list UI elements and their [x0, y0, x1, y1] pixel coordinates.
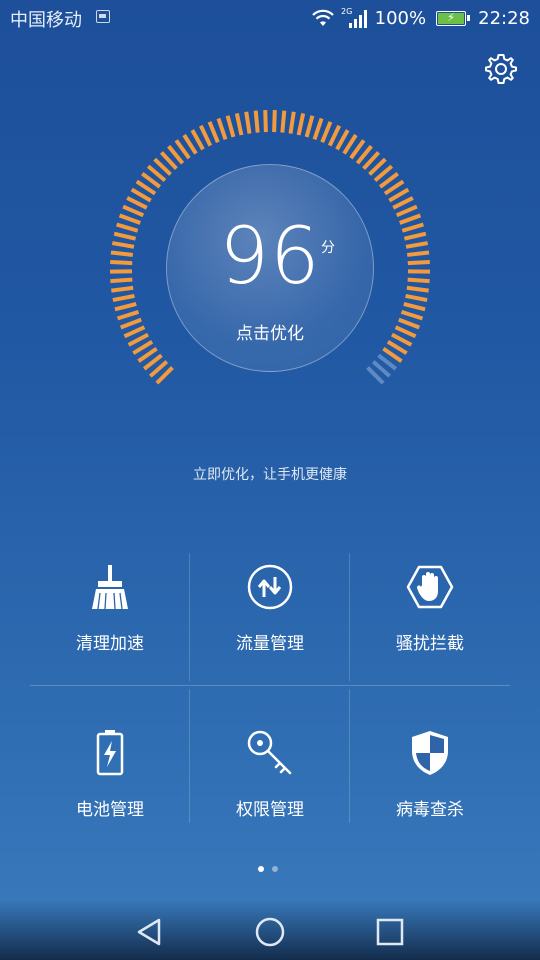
dial-tick-active: [114, 302, 137, 312]
dial-tick-active: [263, 110, 268, 133]
settings-gear-icon[interactable]: [484, 52, 518, 86]
battery-icon: [96, 730, 124, 776]
battery-label: 电池管理: [76, 800, 144, 820]
dial-tick-active: [112, 293, 135, 303]
virus-scan-tile[interactable]: 病毒查杀: [350, 719, 510, 853]
dial-tick-active: [110, 250, 134, 257]
wifi-icon: [311, 9, 334, 26]
dial-tick-active: [335, 129, 350, 151]
dial-tick-active: [127, 332, 149, 347]
dial-tick-active: [312, 117, 324, 141]
status-bar: 中国移动 2G 100% ⚡ 22:28: [0, 0, 540, 36]
harassment-block-tile[interactable]: 骚扰拦截: [350, 553, 510, 687]
battery-percent: 100%: [374, 7, 427, 29]
page-dot-active: [258, 866, 264, 872]
carrier-name: 中国移动: [10, 10, 82, 31]
clock: 22:28: [478, 7, 530, 29]
dial-tick-active: [296, 113, 306, 136]
dial-tick-active: [111, 285, 134, 293]
dial-tick-active: [253, 110, 260, 133]
status-right: 2G 100% ⚡ 22:28: [311, 6, 530, 30]
dial-tick-active: [119, 317, 142, 330]
cleanup-label: 清理加速: [76, 634, 144, 654]
harassment-block-label: 骚扰拦截: [396, 634, 464, 654]
dial-tick-active: [110, 260, 133, 266]
dial-tick-active: [190, 129, 205, 151]
image-notification-icon: [96, 10, 110, 23]
dial-tick-active: [403, 231, 427, 241]
dial-tick-active: [116, 309, 140, 321]
data-usage-label: 流量管理: [236, 634, 304, 654]
dial-tick-active: [280, 110, 287, 133]
optimize-label: 点击优化: [236, 324, 304, 344]
dial-tick-active: [244, 111, 252, 134]
dial-tick-active: [327, 124, 342, 147]
dial-tick-active: [216, 117, 228, 141]
dial-tick-active: [405, 293, 428, 303]
dial-tick-active: [398, 317, 421, 330]
dial-tick-active: [126, 196, 148, 210]
dial-tick-active: [198, 124, 213, 147]
virus-scan-label: 病毒查杀: [396, 800, 464, 820]
broom-icon: [92, 565, 128, 610]
score-value: 96: [219, 212, 321, 302]
dial-tick-active: [391, 332, 413, 347]
optimize-button[interactable]: 96 分 点击优化: [166, 164, 374, 372]
dial-tick-active: [207, 121, 220, 143]
dial-tick-active: [392, 196, 414, 210]
dial-tick-active: [406, 285, 429, 293]
dial-tick-active: [394, 325, 417, 339]
key-icon: [247, 730, 292, 775]
dial-tick-active: [288, 111, 296, 134]
permissions-tile[interactable]: 权限管理: [190, 719, 350, 853]
dial-tick-active: [403, 302, 426, 312]
dial-tick-active: [111, 241, 135, 249]
dial-tick-active: [272, 110, 277, 133]
page-dot: [272, 866, 278, 872]
dial-tick-active: [400, 309, 424, 321]
navigation-bar: [0, 900, 540, 960]
dial-tick-active: [304, 115, 315, 138]
permissions-label: 权限管理: [236, 800, 304, 820]
dial-tick-active: [399, 213, 422, 225]
recent-apps-icon[interactable]: [370, 912, 410, 952]
dial-tick-active: [401, 222, 424, 233]
dial-tick-active: [113, 231, 137, 241]
dial-tick-active: [116, 222, 139, 233]
network-type: 2G: [341, 7, 352, 16]
battery-charging-icon: ⚡: [436, 10, 471, 26]
dial-tick-active: [118, 213, 141, 225]
shield-icon: [412, 731, 448, 775]
dial-tick-active: [123, 325, 146, 339]
dial-tick-active: [395, 204, 418, 218]
back-icon[interactable]: [130, 912, 170, 952]
hand-block-icon: [406, 565, 454, 609]
data-usage-tile[interactable]: 流量管理: [190, 553, 350, 687]
dial-tick-active: [405, 241, 429, 249]
dial-tick-active: [407, 260, 430, 266]
function-grid: 清理加速 流量管理 骚扰拦截 电池管理 权限管理 病毒查杀: [30, 553, 510, 823]
dial-tick-active: [122, 204, 145, 218]
page-indicator: [258, 866, 278, 872]
dial-tick-active: [234, 113, 244, 136]
cleanup-tile[interactable]: 清理加速: [30, 553, 190, 687]
dial-tick-active: [320, 121, 333, 143]
dial-tick-active: [110, 277, 133, 284]
signal-icon: 2G: [341, 7, 367, 28]
battery-tile[interactable]: 电池管理: [30, 719, 190, 853]
dial-tick-active: [407, 277, 430, 284]
score-unit: 分: [321, 240, 335, 256]
home-icon[interactable]: [250, 912, 290, 952]
dial-tick-active: [225, 115, 236, 138]
data-transfer-icon: [247, 564, 293, 610]
optimize-tip: 立即优化，让手机更健康: [193, 467, 347, 483]
dial-tick-active: [406, 250, 430, 257]
